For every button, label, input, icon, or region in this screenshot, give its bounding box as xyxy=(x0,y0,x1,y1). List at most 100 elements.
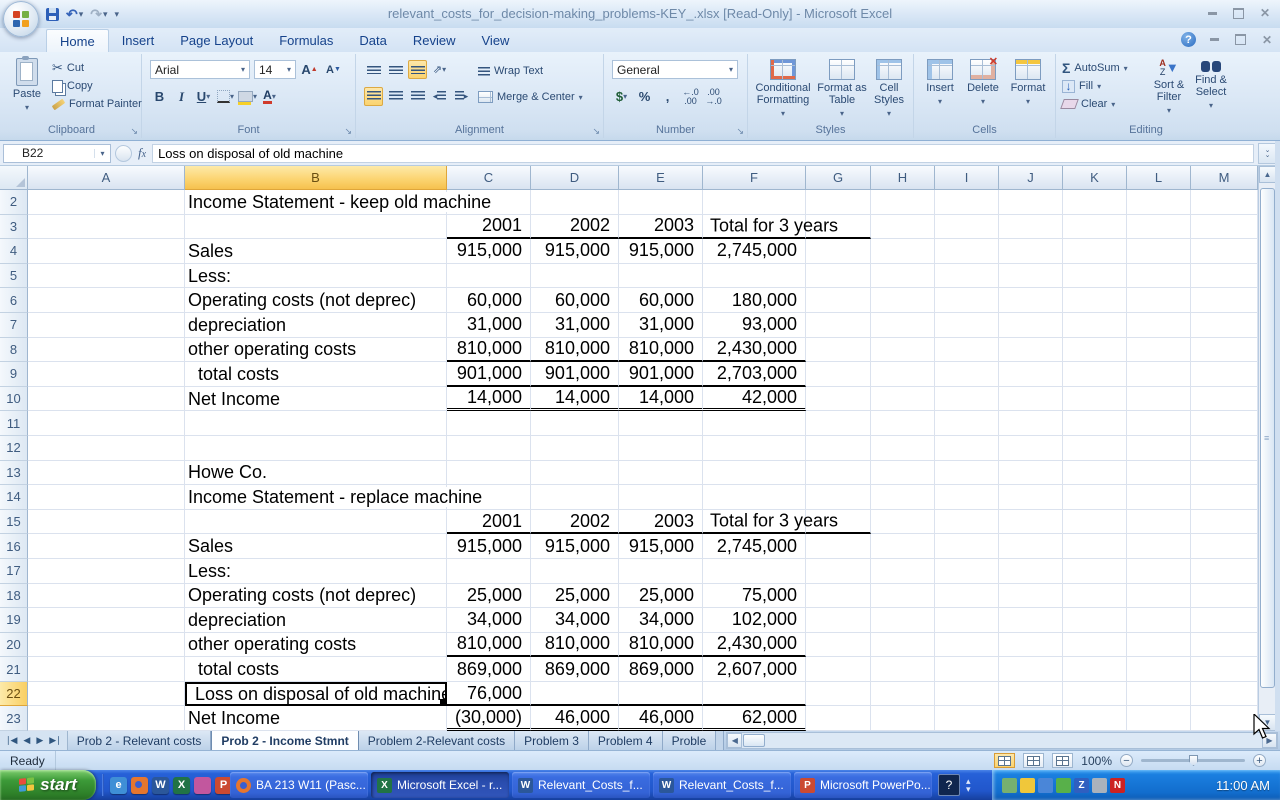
cell-D12[interactable] xyxy=(531,436,619,461)
cell-I17[interactable] xyxy=(935,559,999,584)
cell-G9[interactable] xyxy=(806,362,871,387)
cell-I4[interactable] xyxy=(935,239,999,264)
cell-B18[interactable]: Operating costs (not deprec) xyxy=(185,584,447,609)
cell-C6[interactable]: 60,000 xyxy=(447,288,531,313)
cell-L7[interactable] xyxy=(1127,313,1191,338)
cell-G23[interactable] xyxy=(806,706,871,731)
cell-H9[interactable] xyxy=(871,362,935,387)
first-sheet-button[interactable]: ∣◀ xyxy=(4,735,19,746)
cell-L20[interactable] xyxy=(1127,633,1191,658)
cell-L15[interactable] xyxy=(1127,510,1191,535)
cell-B23[interactable]: Net Income xyxy=(185,706,447,731)
cell-L9[interactable] xyxy=(1127,362,1191,387)
row-header-4[interactable]: 4 xyxy=(0,239,28,264)
cell-G19[interactable] xyxy=(806,608,871,633)
fill-button[interactable]: ↓Fill▾ xyxy=(1062,77,1128,95)
cell-B15[interactable] xyxy=(185,510,447,535)
cell-M9[interactable] xyxy=(1191,362,1258,387)
cell-I10[interactable] xyxy=(935,387,999,412)
cell-E3[interactable]: 2003 xyxy=(619,215,703,240)
number-format-select[interactable]: General▾ xyxy=(612,60,738,79)
cell-E4[interactable]: 915,000 xyxy=(619,239,703,264)
row-header-9[interactable]: 9 xyxy=(0,362,28,387)
align-middle-button[interactable] xyxy=(386,60,405,79)
cell-F9[interactable]: 2,703,000 xyxy=(703,362,806,387)
alignment-dialog-launcher[interactable]: ↘ xyxy=(592,127,600,136)
taskbar-button-relevant-costs-f-[interactable]: WRelevant_Costs_f... xyxy=(653,772,791,798)
vertical-scrollbar[interactable]: ▲ ▼ xyxy=(1258,166,1275,731)
tray-green-icon[interactable] xyxy=(1056,778,1071,793)
paste-button[interactable]: Paste ▾ xyxy=(6,58,48,114)
cell-B10[interactable]: Net Income xyxy=(185,387,447,412)
cell-H5[interactable] xyxy=(871,264,935,289)
cell-M17[interactable] xyxy=(1191,559,1258,584)
column-header-H[interactable]: H xyxy=(871,166,935,190)
cell-H17[interactable] xyxy=(871,559,935,584)
cell-C20[interactable]: 810,000 xyxy=(447,633,531,658)
font-name-select[interactable]: Arial▾ xyxy=(150,60,250,79)
cell-J14[interactable] xyxy=(999,485,1063,510)
cell-A2[interactable] xyxy=(28,190,185,215)
bold-button[interactable]: B xyxy=(150,87,169,106)
tray-shield-icon[interactable] xyxy=(1020,778,1035,793)
cell-M19[interactable] xyxy=(1191,608,1258,633)
cell-L11[interactable] xyxy=(1127,411,1191,436)
orientation-button[interactable]: ⇗▾ xyxy=(430,60,449,79)
cell-F6[interactable]: 180,000 xyxy=(703,288,806,313)
cell-A17[interactable] xyxy=(28,559,185,584)
cell-E23[interactable]: 46,000 xyxy=(619,706,703,731)
sheet-tab-proble[interactable]: Proble xyxy=(663,731,717,750)
previous-sheet-button[interactable]: ◀ xyxy=(21,735,32,746)
insert-cells-button[interactable]: Insert▾ xyxy=(920,59,960,108)
decrease-decimal-button[interactable]: .00→.0 xyxy=(704,87,723,106)
cell-I2[interactable] xyxy=(935,190,999,215)
cell-C23[interactable]: (30,000) xyxy=(447,706,531,731)
cell-F10[interactable]: 42,000 xyxy=(703,387,806,412)
cell-B14[interactable]: Income Statement - replace machine xyxy=(185,485,447,510)
cell-E7[interactable]: 31,000 xyxy=(619,313,703,338)
cell-G18[interactable] xyxy=(806,584,871,609)
cell-B21[interactable]: total costs xyxy=(185,657,447,682)
column-header-L[interactable]: L xyxy=(1127,166,1191,190)
cell-D3[interactable]: 2002 xyxy=(531,215,619,240)
qat-customize-button[interactable]: ▾ xyxy=(115,9,120,20)
cell-K19[interactable] xyxy=(1063,608,1127,633)
cell-J22[interactable] xyxy=(999,682,1063,707)
format-painter-button[interactable]: Format Painter xyxy=(52,95,142,113)
cell-L19[interactable] xyxy=(1127,608,1191,633)
tray-blue-icon[interactable] xyxy=(1038,778,1053,793)
cell-I13[interactable] xyxy=(935,461,999,486)
cut-button[interactable]: ✂Cut xyxy=(52,59,142,77)
cell-D15[interactable]: 2002 xyxy=(531,510,619,535)
cell-H6[interactable] xyxy=(871,288,935,313)
cell-G10[interactable] xyxy=(806,387,871,412)
cell-F2[interactable] xyxy=(703,190,806,215)
cell-M11[interactable] xyxy=(1191,411,1258,436)
cell-F19[interactable]: 102,000 xyxy=(703,608,806,633)
format-as-table-button[interactable]: Format as Table▾ xyxy=(816,59,868,120)
cell-C7[interactable]: 31,000 xyxy=(447,313,531,338)
cell-E13[interactable] xyxy=(619,461,703,486)
cell-I23[interactable] xyxy=(935,706,999,731)
redo-button[interactable]: ↷▾ xyxy=(90,6,107,23)
cell-E21[interactable]: 869,000 xyxy=(619,657,703,682)
cell-L23[interactable] xyxy=(1127,706,1191,731)
cell-I21[interactable] xyxy=(935,657,999,682)
row-header-3[interactable]: 3 xyxy=(0,215,28,240)
delete-cells-button[interactable]: ✕ Delete▾ xyxy=(962,59,1004,108)
cell-A8[interactable] xyxy=(28,338,185,363)
sheet-tab-prob-2-relevant-costs[interactable]: Prob 2 - Relevant costs xyxy=(68,731,212,750)
accounting-format-button[interactable]: $▾ xyxy=(612,87,631,106)
sheet-tab-problem-3[interactable]: Problem 3 xyxy=(515,731,589,750)
grow-font-button[interactable]: A▲ xyxy=(300,60,319,79)
cell-G14[interactable] xyxy=(806,485,871,510)
row-header-16[interactable]: 16 xyxy=(0,534,28,559)
workbook-restore-button[interactable] xyxy=(1235,34,1246,45)
clipboard-dialog-launcher[interactable]: ↘ xyxy=(130,127,138,136)
number-dialog-launcher[interactable]: ↘ xyxy=(736,127,744,136)
cell-A5[interactable] xyxy=(28,264,185,289)
find-select-button[interactable]: Find & Select▾ xyxy=(1190,59,1232,112)
cell-E14[interactable] xyxy=(619,485,703,510)
sort-filter-button[interactable]: AZ▼ Sort & Filter▾ xyxy=(1148,59,1190,117)
cell-J13[interactable] xyxy=(999,461,1063,486)
